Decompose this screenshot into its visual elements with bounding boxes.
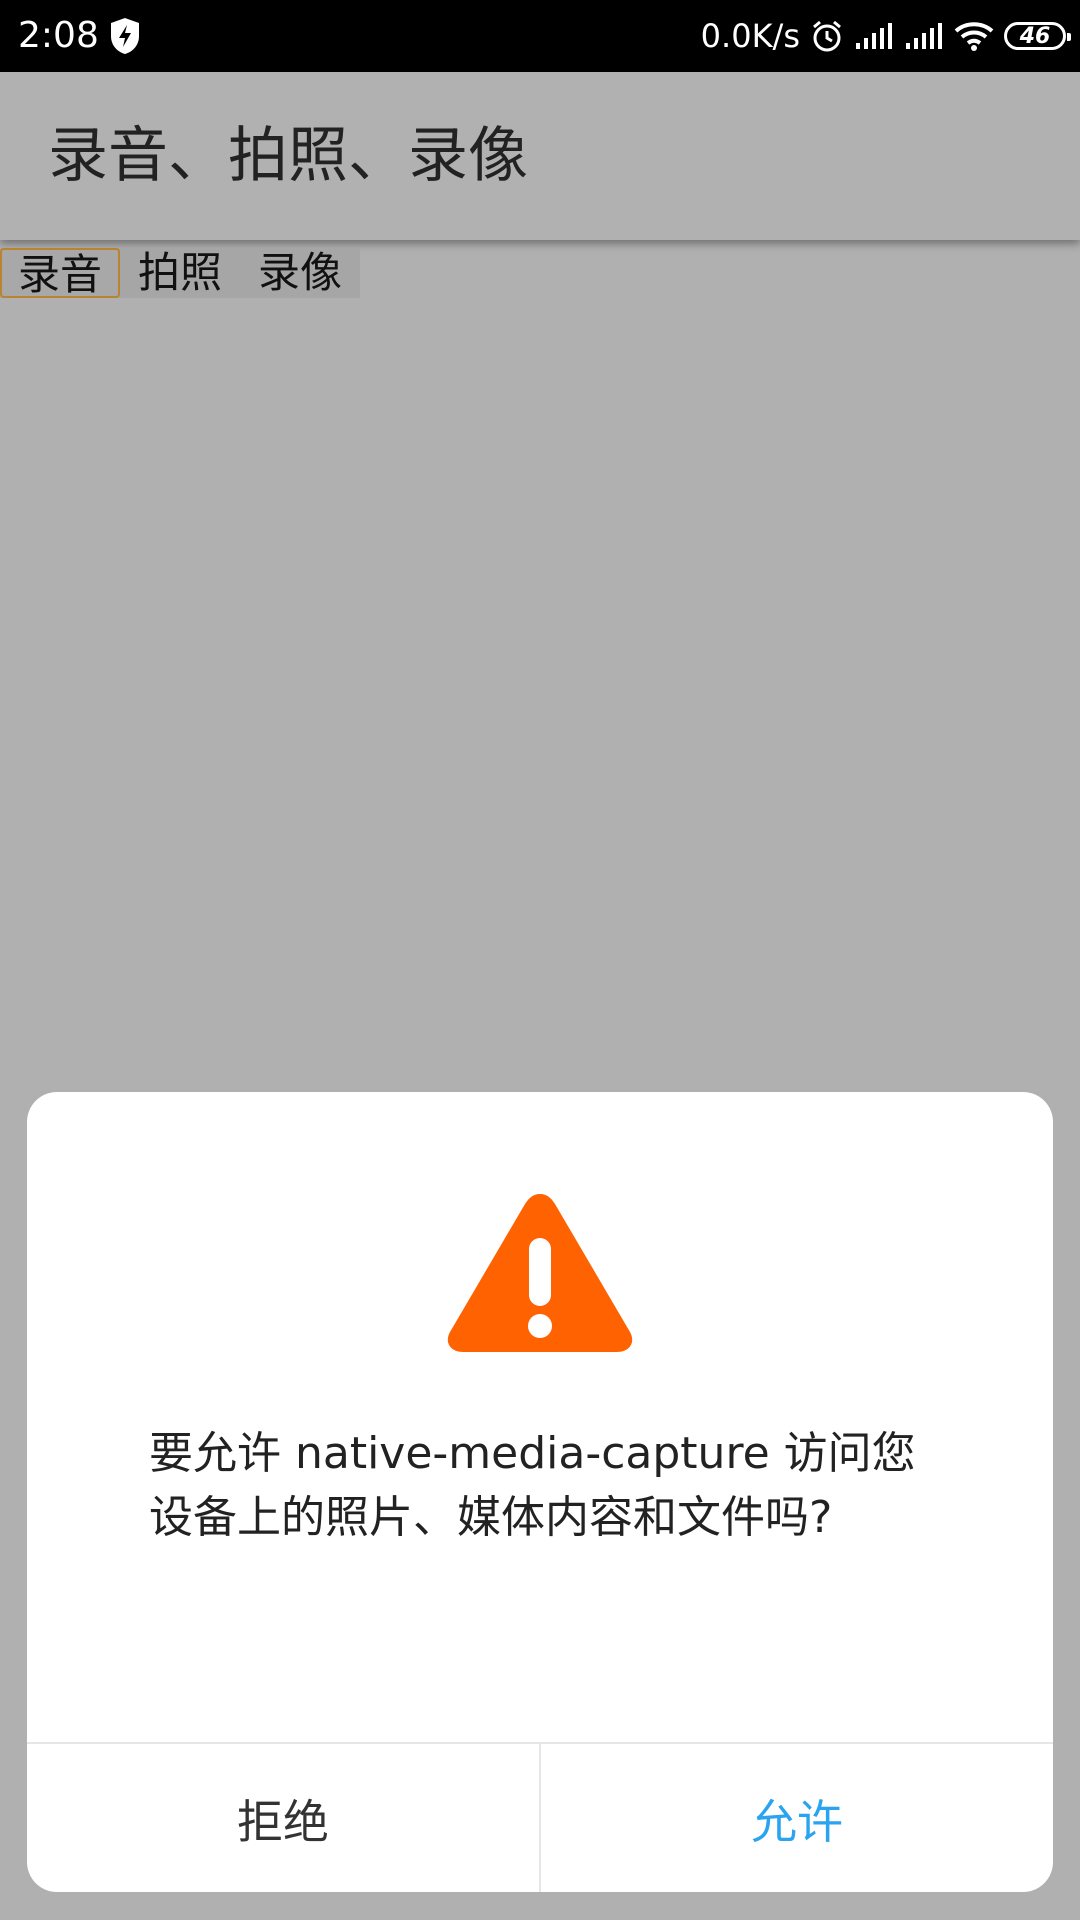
shield-bolt-icon (111, 18, 139, 54)
wifi-icon (954, 22, 994, 51)
page-title: 录音、拍照、录像 (48, 121, 528, 191)
status-time: 2:08 (18, 15, 99, 56)
status-bar: 2:08 0.0K/s 46 (0, 0, 1080, 72)
allow-button[interactable]: 允许 (541, 1744, 1053, 1892)
battery-icon: 46 (1004, 22, 1071, 50)
signal-icon (856, 23, 892, 49)
warning-icon (447, 1194, 633, 1352)
permission-dialog: 要允许 native-media-capture 访问您设备上的照片、媒体内容和… (27, 1092, 1053, 1892)
status-right: 0.0K/s 46 (700, 0, 1071, 72)
record-audio-button[interactable]: 录音 (0, 248, 121, 299)
alarm-icon (813, 20, 841, 52)
take-photo-button[interactable]: 拍照 (120, 248, 241, 298)
record-video-button[interactable]: 录像 (240, 248, 361, 298)
dialog-message: 要允许 native-media-capture 访问您设备上的照片、媒体内容和… (149, 1428, 916, 1543)
app-bar: 录音、拍照、录像 (0, 72, 1080, 240)
capture-buttons: 录音 拍照 录像 (0, 248, 361, 299)
deny-button[interactable]: 拒绝 (27, 1744, 541, 1892)
signal-icon (906, 23, 942, 49)
net-speed: 0.0K/s (700, 17, 800, 55)
dialog-actions: 拒绝 允许 (27, 1742, 1053, 1892)
